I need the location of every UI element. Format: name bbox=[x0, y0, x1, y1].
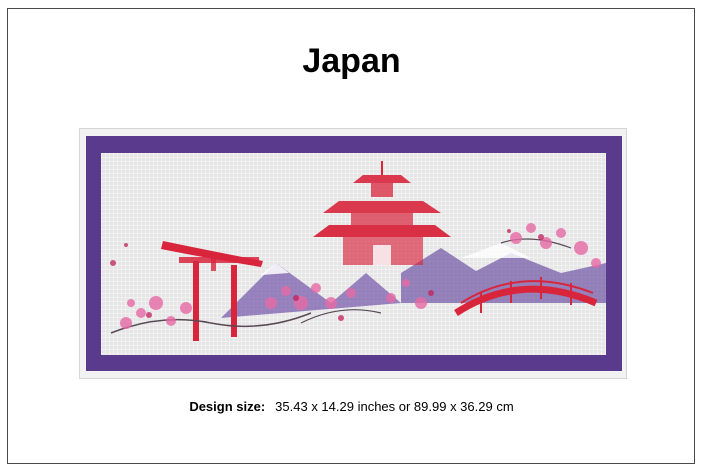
design-size-value: 35.43 x 14.29 inches or 89.99 x 36.29 cm bbox=[275, 399, 514, 414]
design-title: Japan bbox=[302, 42, 401, 80]
pattern-image bbox=[101, 153, 606, 355]
design-size-label: Design size: bbox=[189, 399, 266, 414]
japan-landscape-artwork bbox=[110, 161, 606, 341]
design-size-line: Design size: 35.43 x 14.29 inches or 89.9… bbox=[0, 399, 703, 414]
pagoda bbox=[313, 161, 451, 265]
